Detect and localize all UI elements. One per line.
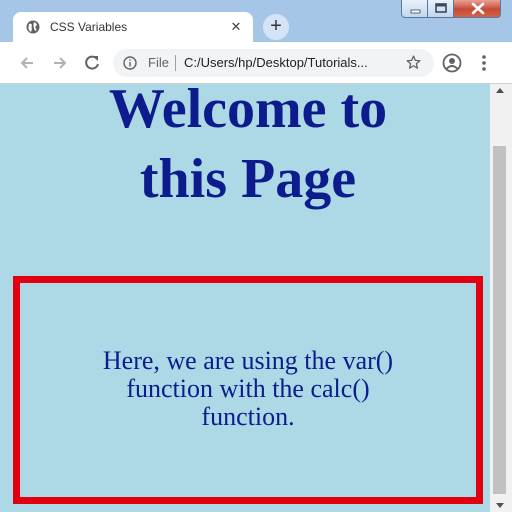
tab-title: CSS Variables [50,20,128,34]
page-heading: Welcome to this Page [0,84,490,214]
star-icon[interactable] [405,54,422,71]
box-paragraph: Here, we are using the var() function wi… [20,347,476,431]
menu-icon[interactable] [474,53,494,73]
scroll-up-arrow-icon[interactable] [490,84,512,98]
heading-line-1: Welcome to [108,84,388,140]
box-text-line-3: function. [201,402,295,431]
box-text-line-2: function with the calc() [126,374,370,403]
page-viewport: Welcome to this Page Here, we are using … [0,84,490,512]
new-tab-button[interactable]: + [263,14,289,40]
maximize-button[interactable] [427,0,454,18]
window-controls [401,0,503,19]
maximize-icon [435,3,447,13]
bordered-content-box: Here, we are using the var() function wi… [13,276,483,504]
url-scheme-label: File [148,55,169,70]
address-divider [175,55,176,71]
close-icon [471,2,485,15]
profile-icon[interactable] [442,53,462,73]
browser-toolbar: File C:/Users/hp/Desktop/Tutorials... [0,42,512,84]
box-text-line-1: Here, we are using the var() [102,346,394,375]
vertical-scrollbar[interactable] [490,84,512,512]
scroll-down-arrow-icon[interactable] [490,498,512,512]
tab-css-variables[interactable]: CSS Variables ✕ [13,12,253,42]
reload-icon[interactable] [82,53,102,73]
info-icon[interactable] [123,56,137,70]
url-text[interactable]: C:/Users/hp/Desktop/Tutorials... [184,55,368,70]
address-bar[interactable]: File C:/Users/hp/Desktop/Tutorials... [113,49,434,77]
minimize-icon [410,9,421,14]
heading-line-2: this Page [139,148,357,210]
globe-icon [26,20,40,34]
back-icon[interactable] [17,53,37,73]
scrollbar-thumb[interactable] [493,146,506,494]
tab-close-icon[interactable]: ✕ [227,18,245,36]
forward-icon[interactable] [50,53,70,73]
close-window-button[interactable] [453,0,501,18]
minimize-button[interactable] [401,0,428,18]
title-bar: CSS Variables ✕ + [0,0,512,42]
